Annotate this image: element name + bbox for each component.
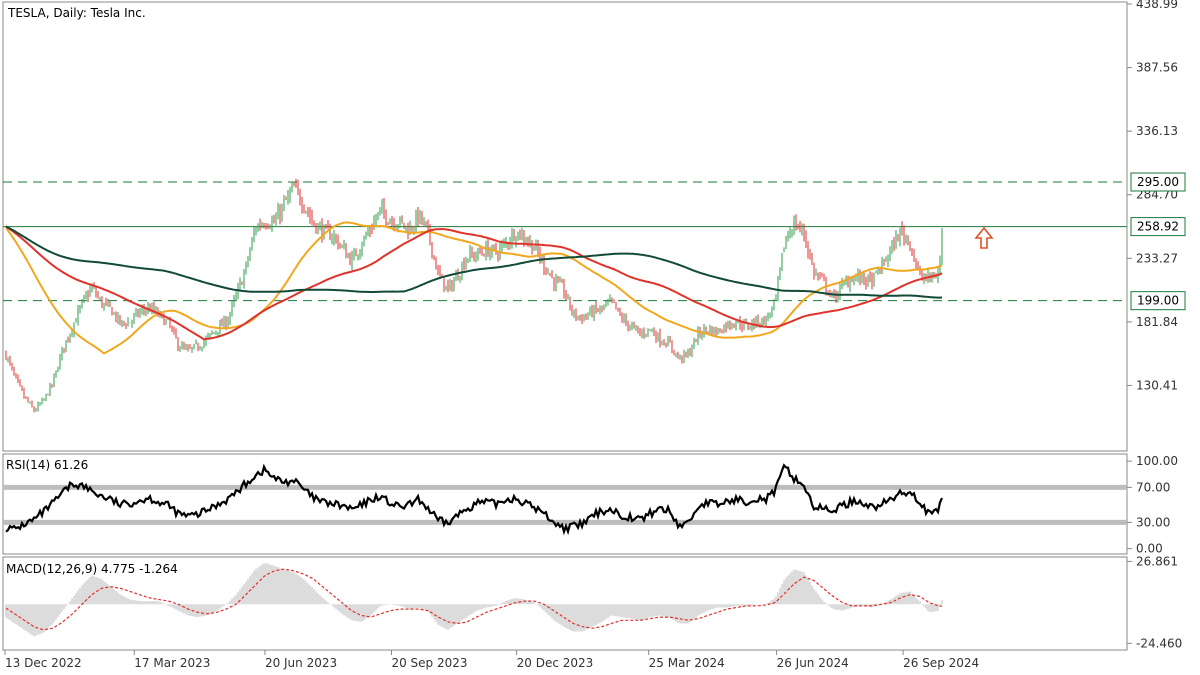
time-axis: 13 Dec 2022 17 Mar 2023 20 Jun 2023 20 Sep …: [4, 650, 979, 670]
time-tick-label-7: 26 Sep 2024: [903, 656, 979, 670]
time-tick-label-1: 17 Mar 2023: [134, 656, 210, 670]
time-tick-label-4: 20 Dec 2023: [517, 656, 594, 670]
rsi-title: RSI(14) 61.26: [6, 458, 88, 472]
price-axis: 438.99387.56336.13284.70233.27181.84130.…: [1127, 0, 1178, 392]
time-tick-label-6: 26 Jun 2024: [777, 656, 849, 670]
up-arrow-icon: [974, 226, 994, 249]
time-tick-label-3: 20 Sep 2023: [391, 656, 467, 670]
ma-line-slow: [5, 225, 943, 299]
rsi-tick-label-0: 100.00: [1136, 454, 1178, 468]
macd-axis: 26.861 -24.460: [1127, 554, 1182, 650]
macd-tick-label-1: -24.460: [1136, 636, 1182, 650]
level-label-1: 258.92: [1137, 220, 1179, 234]
level-label-0: 295.00: [1137, 175, 1179, 189]
price-tick-label-6: 130.41: [1136, 378, 1178, 392]
chart-stage: 438.99387.56336.13284.70233.27181.84130.…: [2, 0, 1186, 670]
time-tick-label-0: 13 Dec 2022: [5, 656, 82, 670]
rsi-tick-label-1: 70.00: [1136, 480, 1170, 494]
level-label-2: 199.00: [1137, 294, 1179, 308]
up-arrow-shape: [974, 226, 994, 249]
rsi-guide-lines: [3, 484, 1127, 525]
chart-title: TESLA, Daily: Tesla Inc.: [7, 6, 146, 20]
moving-averages: [5, 221, 943, 355]
price-tick-label-2: 336.13: [1136, 124, 1178, 138]
price-tick-label-5: 181.84: [1136, 315, 1178, 329]
rsi-tick-label-2: 30.00: [1136, 515, 1170, 529]
time-tick-label-2: 20 Jun 2023: [265, 656, 337, 670]
macd-title: MACD(12,26,9) 4.775 -1.264: [6, 562, 178, 576]
ma-line-fast: [5, 221, 943, 355]
rsi-pane-frame: [2, 453, 1128, 555]
rsi-axis: 100.0070.0030.000.00: [1127, 454, 1178, 556]
price-tick-label-4: 233.27: [1136, 251, 1178, 265]
price-tick-label-0: 438.99: [1136, 0, 1178, 11]
time-tick-label-5: 25 Mar 2024: [649, 656, 725, 670]
price-levels: [3, 181, 1127, 302]
price-tick-label-1: 387.56: [1136, 61, 1178, 75]
macd-tick-label-0: 26.861: [1136, 554, 1178, 568]
candlesticks: [5, 178, 943, 413]
